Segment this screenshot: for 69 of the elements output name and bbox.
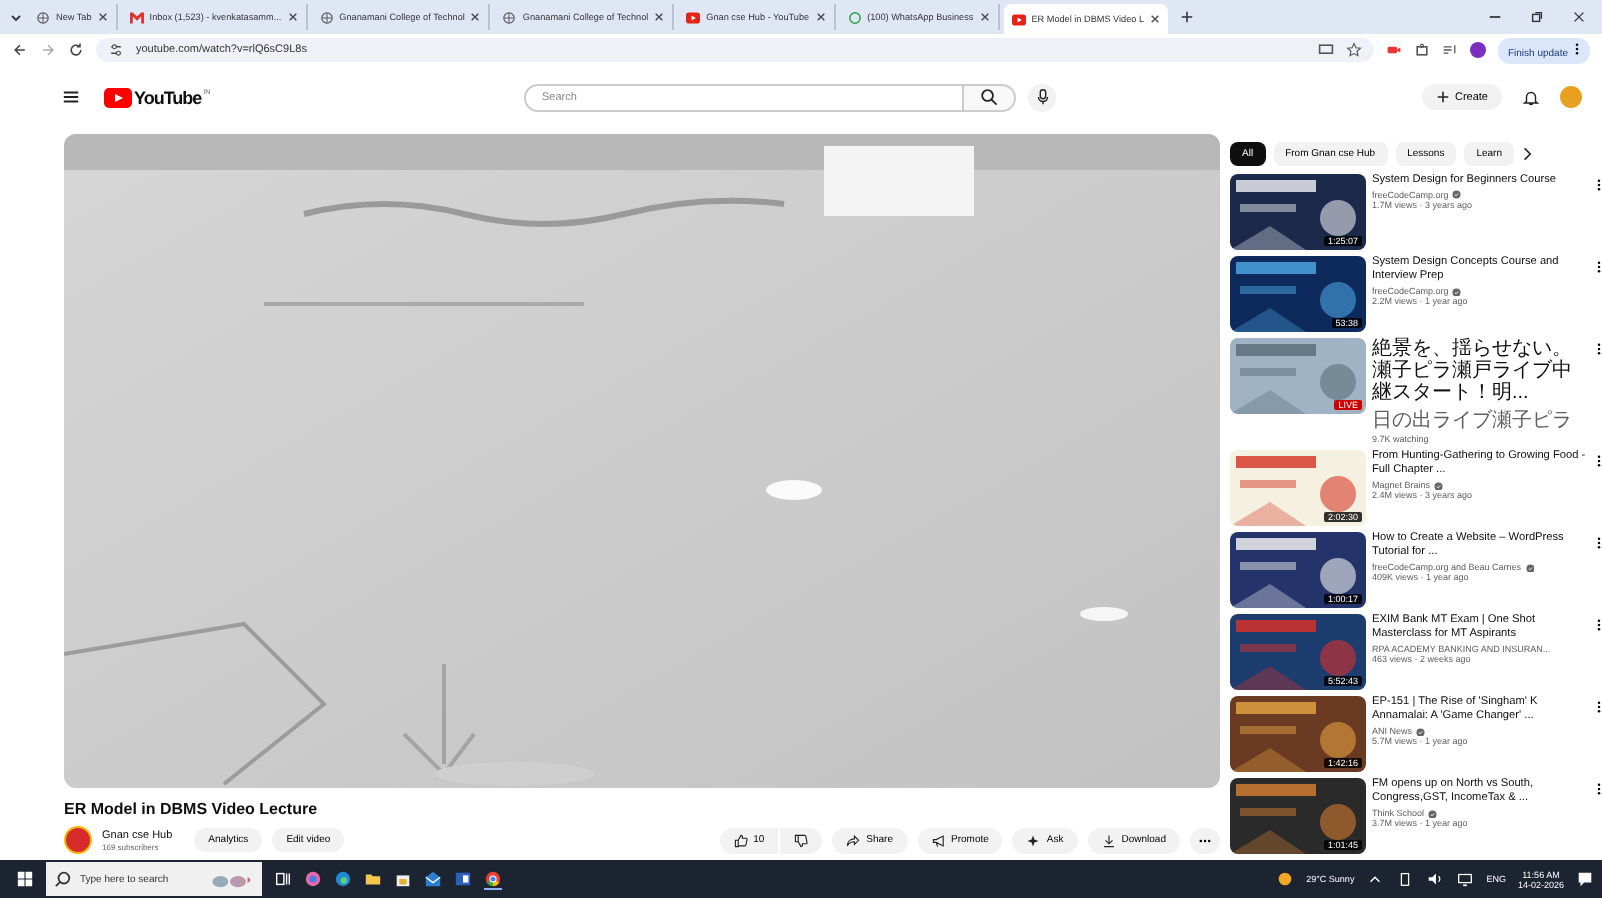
chat-icon (847, 11, 862, 23)
search-icon (980, 88, 998, 106)
restore-icon[interactable] (1530, 10, 1544, 24)
star-icon[interactable] (1345, 42, 1362, 58)
video-title: ER Model in DBMS Video Lecture (64, 800, 320, 818)
close-icon[interactable] (1572, 10, 1586, 24)
back-icon[interactable] (12, 42, 28, 58)
sparkle-icon (1026, 833, 1041, 847)
play-logo-icon (686, 11, 701, 23)
globe-icon (319, 11, 334, 23)
battery-icon[interactable] (1396, 870, 1415, 888)
more-icon[interactable] (1596, 618, 1602, 632)
menu-icon[interactable] (62, 88, 80, 106)
store-icon[interactable] (394, 870, 412, 888)
search-icon (54, 870, 72, 888)
reload-icon[interactable] (68, 42, 84, 58)
close-icon[interactable] (654, 12, 665, 22)
dislike-button[interactable] (780, 827, 823, 853)
chevron-right-icon[interactable] (1522, 146, 1533, 162)
camera-icon[interactable] (1385, 42, 1402, 58)
megaphone-icon (931, 833, 945, 847)
folder-icon[interactable] (364, 870, 382, 888)
thumbs-up-icon (733, 833, 748, 847)
close-icon[interactable] (287, 12, 298, 22)
download-icon (1101, 833, 1116, 847)
screen-icon[interactable] (1317, 42, 1334, 58)
windows-start-icon[interactable] (16, 870, 34, 888)
mail-icon (129, 11, 144, 23)
more-icon[interactable] (1596, 700, 1602, 714)
logo-text[interactable]: YouTube (134, 87, 202, 107)
close-icon[interactable] (1150, 14, 1161, 24)
minimize-icon[interactable] (1488, 10, 1502, 24)
video-title[interactable]: 絶景を、揺らせない。瀬子ピラ瀬戸ライブ中継スタート！明... (1372, 338, 1590, 404)
microphone-icon (1033, 88, 1051, 106)
tab-search-icon[interactable] (8, 9, 24, 25)
site-settings-icon (108, 42, 124, 58)
notification-icon[interactable] (1576, 870, 1594, 888)
channel-avatar[interactable] (64, 826, 92, 854)
mail-icon[interactable] (424, 870, 442, 888)
more-icon[interactable] (1596, 178, 1602, 192)
more-icon[interactable] (1596, 454, 1602, 468)
media-list-icon[interactable] (1441, 42, 1458, 58)
more-icon[interactable] (1596, 782, 1602, 796)
globe-icon (36, 11, 50, 23)
bell-icon[interactable] (1522, 88, 1540, 106)
speaker-icon[interactable] (1426, 870, 1445, 888)
more-icon[interactable] (1596, 260, 1602, 274)
close-icon[interactable] (979, 12, 990, 22)
play-logo-icon (104, 87, 132, 107)
profile-avatar[interactable] (1469, 42, 1486, 58)
network-icon[interactable] (1456, 870, 1475, 888)
more-icon (1574, 41, 1580, 55)
close-icon[interactable] (97, 12, 108, 22)
task-view-icon[interactable] (274, 870, 292, 888)
close-icon[interactable] (815, 12, 826, 22)
globe-icon (502, 11, 517, 23)
more-icon[interactable] (1596, 342, 1602, 356)
puzzle-icon[interactable] (1413, 42, 1430, 58)
voice-search-button[interactable] (1028, 83, 1056, 111)
play-logo-icon (1011, 13, 1026, 25)
close-icon[interactable] (470, 12, 481, 22)
more-icon[interactable] (1596, 536, 1602, 550)
share-arrow-icon (846, 833, 861, 847)
search-button[interactable] (964, 83, 1016, 111)
plus-icon (1436, 90, 1451, 104)
channel-name[interactable]: 日の出ライブ瀬子ピラ (1372, 406, 1572, 434)
sun-icon (1276, 870, 1295, 888)
new-tab-icon[interactable] (1180, 10, 1195, 24)
thumbs-down-icon (794, 833, 809, 847)
